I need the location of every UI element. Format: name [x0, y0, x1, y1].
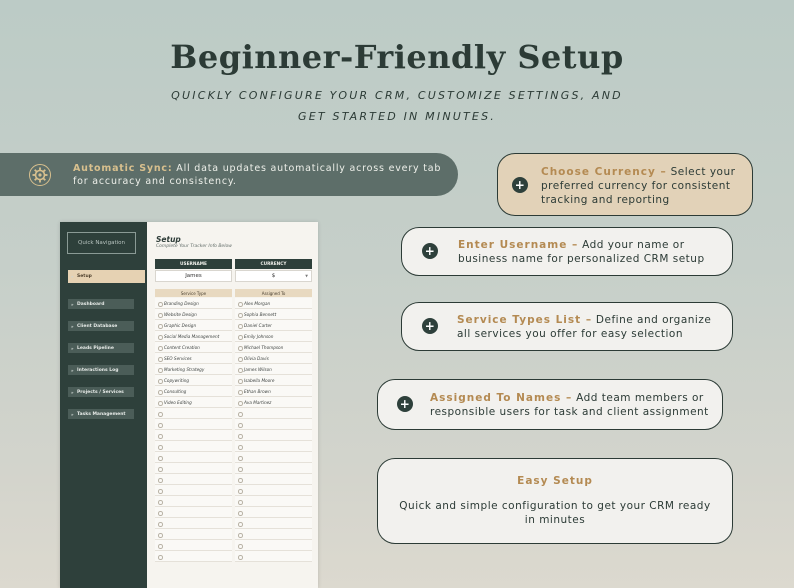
- banner-label: Automatic Sync:: [73, 163, 173, 174]
- empty-list-item[interactable]: [155, 419, 232, 430]
- nav-item-dashboard[interactable]: Dashboard: [68, 299, 134, 309]
- service-types-text: Service Types List – Define and organize…: [457, 313, 722, 341]
- list-item[interactable]: Ava Martinez: [235, 397, 312, 408]
- card-heading: Service Types List –: [457, 314, 593, 326]
- empty-list-item[interactable]: [235, 430, 312, 441]
- empty-list-item[interactable]: [235, 485, 312, 496]
- list-item[interactable]: Content Creation: [155, 342, 232, 353]
- assigned-to-card: + Assigned To Names – Add team members o…: [377, 379, 723, 430]
- list-item[interactable]: Marketing Strategy: [155, 364, 232, 375]
- page-subtitle: Quickly configure your CRM, customize se…: [171, 89, 623, 123]
- quick-navigation-box: Quick Navigation: [67, 232, 136, 254]
- assigned-to-header: Assigned To: [235, 289, 312, 297]
- plus-icon: +: [512, 177, 528, 193]
- list-item[interactable]: Branding Design: [155, 298, 232, 309]
- nav-item-client-database[interactable]: Client Database: [68, 321, 134, 331]
- nav-item-leads-pipeline[interactable]: Leads Pipeline: [68, 343, 134, 353]
- empty-list-item[interactable]: [155, 551, 232, 562]
- chevron-down-icon: ▼: [305, 274, 308, 278]
- empty-list-item[interactable]: [235, 441, 312, 452]
- card-heading: Easy Setup: [517, 475, 593, 487]
- empty-list-item[interactable]: [235, 518, 312, 529]
- list-item[interactable]: Social Media Management: [155, 331, 232, 342]
- empty-list-item[interactable]: [155, 485, 232, 496]
- sheet-subtitle: Complete Your Tracker Info Below: [156, 244, 232, 249]
- list-item[interactable]: Daniel Carter: [235, 320, 312, 331]
- nav-item-interactions-log[interactable]: Interactions Log: [68, 365, 134, 375]
- plus-icon: +: [397, 396, 413, 412]
- choose-currency-text: Choose Currency – Select your preferred …: [541, 165, 741, 207]
- empty-list-item[interactable]: [155, 452, 232, 463]
- empty-list-item[interactable]: [155, 463, 232, 474]
- empty-list-item[interactable]: [155, 430, 232, 441]
- card-heading: Enter Username –: [458, 239, 579, 251]
- empty-list-item[interactable]: [235, 419, 312, 430]
- card-heading: Assigned To Names –: [430, 392, 573, 404]
- enter-username-text: Enter Username – Add your name or busine…: [458, 238, 718, 266]
- list-item[interactable]: Copywriting: [155, 375, 232, 386]
- empty-list-item[interactable]: [235, 408, 312, 419]
- empty-list-item[interactable]: [235, 452, 312, 463]
- empty-list-item[interactable]: [235, 507, 312, 518]
- empty-list-item[interactable]: [155, 474, 232, 485]
- service-type-header: Service Type: [155, 289, 232, 297]
- list-item[interactable]: Graphic Design: [155, 320, 232, 331]
- currency-header: CURRENCY: [235, 259, 312, 269]
- list-item[interactable]: Alex Morgan: [235, 298, 312, 309]
- enter-username-card: + Enter Username – Add your name or busi…: [401, 227, 733, 276]
- currency-value: $: [271, 273, 276, 279]
- assigned-to-text: Assigned To Names – Add team members or …: [430, 391, 712, 419]
- list-item[interactable]: Consulting: [155, 386, 232, 397]
- username-input[interactable]: James: [155, 270, 232, 282]
- empty-list-item[interactable]: [155, 518, 232, 529]
- nav-item-setup[interactable]: Setup: [68, 270, 145, 283]
- choose-currency-card: + Choose Currency – Select your preferre…: [497, 153, 753, 216]
- sheet-title: Setup: [156, 235, 181, 244]
- page-title: Beginner-Friendly Setup: [170, 38, 624, 76]
- list-item[interactable]: SEO Services: [155, 353, 232, 364]
- empty-list-item[interactable]: [155, 408, 232, 419]
- empty-list-item[interactable]: [235, 496, 312, 507]
- empty-list-item[interactable]: [235, 540, 312, 551]
- empty-list-item[interactable]: [155, 540, 232, 551]
- empty-list-item[interactable]: [155, 441, 232, 452]
- card-heading: Choose Currency –: [541, 166, 667, 178]
- plus-icon: +: [422, 318, 438, 334]
- plus-icon: +: [422, 243, 438, 259]
- sheet-sidebar: Quick Navigation Setup Dashboard Client …: [60, 222, 147, 588]
- easy-setup-card: Easy Setup Quick and simple configuratio…: [377, 458, 733, 544]
- empty-list-item[interactable]: [235, 551, 312, 562]
- card-body: Quick and simple configuration to get yo…: [399, 500, 711, 526]
- empty-list-item[interactable]: [235, 529, 312, 540]
- auto-sync-banner: Automatic Sync: All data updates automat…: [0, 153, 458, 196]
- nav-item-tasks-management[interactable]: Tasks Management: [68, 409, 134, 419]
- list-item[interactable]: Ethan Brown: [235, 386, 312, 397]
- service-types-card: + Service Types List – Define and organi…: [401, 302, 733, 351]
- empty-list-item[interactable]: [155, 529, 232, 540]
- gear-sync-icon: [29, 164, 51, 186]
- easy-setup-heading-wrap: Easy Setup: [378, 474, 732, 488]
- currency-select[interactable]: $ ▼: [235, 270, 312, 282]
- banner-text: Automatic Sync: All data updates automat…: [73, 162, 443, 188]
- list-item[interactable]: James Wilson: [235, 364, 312, 375]
- empty-list-item[interactable]: [235, 474, 312, 485]
- sheet-main: Setup Complete Your Tracker Info Below U…: [147, 222, 318, 588]
- nav-item-projects-services[interactable]: Projects / Services: [68, 387, 134, 397]
- assigned-to-list: Alex Morgan Sophia Bennett Daniel Carter…: [235, 298, 312, 562]
- empty-list-item[interactable]: [235, 463, 312, 474]
- list-item[interactable]: Sophia Bennett: [235, 309, 312, 320]
- list-item[interactable]: Video Editing: [155, 397, 232, 408]
- list-item[interactable]: Emily Johnson: [235, 331, 312, 342]
- list-item[interactable]: Website Design: [155, 309, 232, 320]
- empty-list-item[interactable]: [155, 507, 232, 518]
- empty-list-item[interactable]: [155, 496, 232, 507]
- list-item[interactable]: Michael Thompson: [235, 342, 312, 353]
- list-item[interactable]: Olivia Davis: [235, 353, 312, 364]
- list-item[interactable]: Isabella Moore: [235, 375, 312, 386]
- service-type-list: Branding Design Website Design Graphic D…: [155, 298, 232, 562]
- username-header: USERNAME: [155, 259, 232, 269]
- setup-sheet-preview: Quick Navigation Setup Dashboard Client …: [60, 222, 318, 588]
